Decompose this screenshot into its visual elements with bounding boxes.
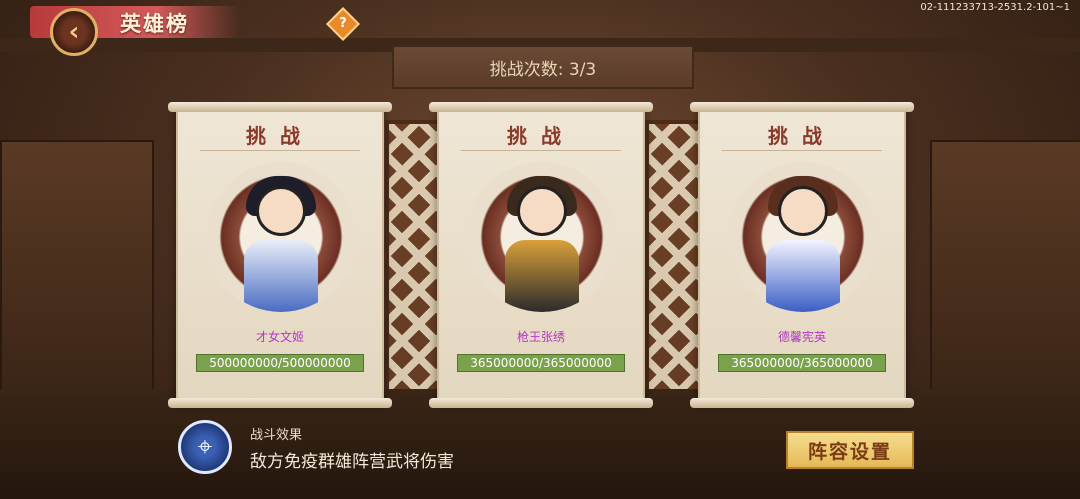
chevron-left-icon: ‹ [68,17,80,47]
challenge-card-1[interactable]: 挑战 才女文姬 500000000/500000000 [168,102,392,408]
hero-name: 枪王张绣 [516,330,565,344]
card-title: 挑战 [246,124,314,148]
hp-bar: 365000000/365000000 [457,354,625,372]
hero-portrait [206,162,356,312]
effect-description: 敌方免疫群雄阵营武将伤害 [250,452,454,472]
lineup-settings-button[interactable]: 阵容设置 [786,431,914,469]
challenge-card-2[interactable]: 挑战 枪王张绣 365000000/365000000 [429,102,653,408]
help-button[interactable]: ? [326,7,360,41]
hero-name: 德馨宪英 [777,330,826,344]
card-title: 挑战 [507,124,575,148]
challenge-card-3[interactable]: 挑战 德馨宪英 365000000/365000000 [690,102,914,408]
hero-face [256,186,306,236]
card-divider [200,150,360,151]
hero-body [505,240,579,312]
card-title: 挑战 [768,124,836,148]
right-shelf [930,140,1080,404]
question-icon: ? [339,16,347,31]
hp-bar: 365000000/365000000 [718,354,886,372]
page-title: 英雄榜 [120,12,189,36]
hero-portrait [728,162,878,312]
card-divider [722,150,882,151]
attempts-counter: 挑战次数: 3/3 [392,45,694,89]
back-button[interactable]: ‹ [50,8,98,56]
version-text: 02-111233713-2531.2-101~1 [920,2,1070,13]
card-divider [461,150,621,151]
crosshair-icon[interactable]: ⌖ [178,420,232,474]
hero-face [778,186,828,236]
effect-label: 战斗效果 [250,428,303,443]
hero-body [244,240,318,312]
hero-body [766,240,840,312]
hero-portrait [467,162,617,312]
hp-bar: 500000000/500000000 [196,354,364,372]
hero-face [517,186,567,236]
left-shelf [0,140,154,404]
hero-name: 才女文姬 [255,330,304,344]
